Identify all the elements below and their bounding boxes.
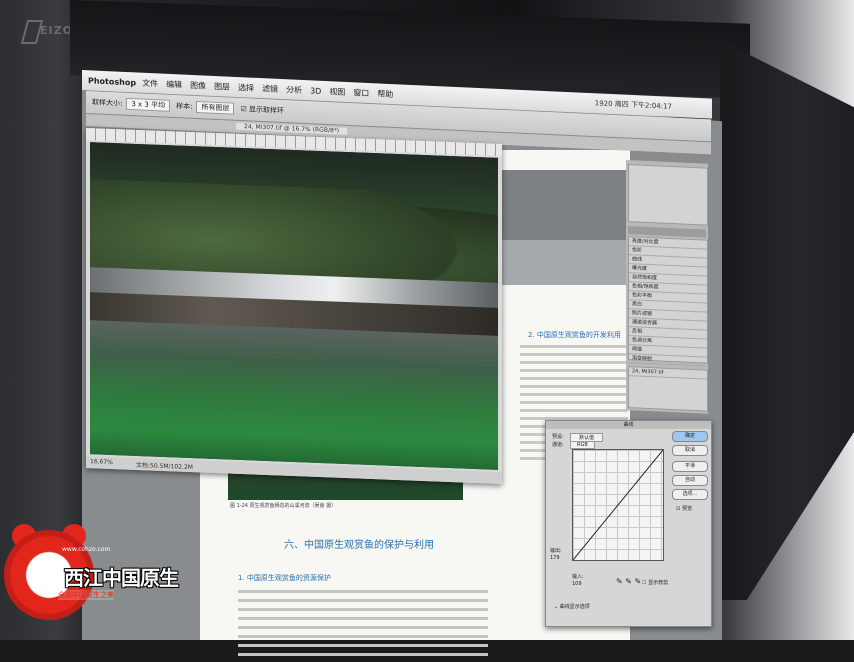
preview-checkbox[interactable]: ☑ 预览 bbox=[676, 505, 692, 512]
menu-file[interactable]: 文件 bbox=[142, 77, 158, 89]
show-ring-label: 显示取样环 bbox=[248, 105, 284, 115]
subheading-1: 1. 中国原生观赏鱼的资源保护 bbox=[238, 574, 331, 582]
monitor: EIZO 2. 中国原生观赏鱼的开发利用 图 1-24 原生观赏鱼栖息的山溪河流… bbox=[0, 0, 854, 656]
input-value[interactable]: 109 bbox=[572, 581, 582, 587]
document-tab[interactable]: 24, MI307.tif @ 16.7% (RGB/8*) bbox=[236, 122, 348, 135]
ok-button[interactable]: 确定 bbox=[672, 431, 708, 442]
menubar-clock: 1920 周四 下午2:04:17 bbox=[594, 99, 672, 111]
preview-label: 预览 bbox=[682, 506, 693, 512]
preset-label: 预设: bbox=[552, 434, 564, 440]
display-options-label: 曲线显示选项 bbox=[559, 604, 590, 610]
adjustments-panel: 亮度/对比度 色阶 曲线 曝光度 自然饱和度 色相/饱和度 色彩平衡 黑白 照片… bbox=[628, 236, 708, 367]
doc-image-placeholder bbox=[500, 170, 630, 240]
display-options[interactable]: ⌄ 曲线显示选项 bbox=[554, 603, 590, 610]
menu-image[interactable]: 图像 bbox=[190, 79, 206, 91]
eyedropper-icons[interactable]: ✎ ✎ ✎ bbox=[616, 577, 641, 586]
sample-select[interactable]: 所有图层 bbox=[196, 101, 235, 115]
watermark-title: 西江中国原生 bbox=[64, 566, 179, 590]
show-clipping-label: 显示修剪 bbox=[648, 580, 669, 586]
curve-line[interactable] bbox=[572, 449, 664, 561]
channel-select[interactable]: RGB bbox=[570, 441, 595, 449]
watermark-url: www.cohzo.com bbox=[62, 546, 111, 553]
menu-edit[interactable]: 编辑 bbox=[166, 78, 182, 90]
menu-select[interactable]: 选择 bbox=[238, 82, 254, 94]
sample-size-select[interactable]: 3 x 3 平均 bbox=[126, 97, 171, 112]
smooth-button[interactable]: 平滑 bbox=[672, 461, 708, 472]
monitor-logo: EIZO bbox=[18, 10, 73, 50]
cancel-button[interactable]: 取消 bbox=[672, 445, 708, 456]
output-value[interactable]: 179 bbox=[550, 555, 560, 561]
watermark-subtitle: 全国中国原生之美 bbox=[58, 590, 114, 600]
auto-button[interactable]: 自动 bbox=[672, 475, 708, 486]
river-photo[interactable] bbox=[90, 142, 498, 470]
sample-label: 样本: bbox=[176, 102, 193, 111]
curves-dialog: 曲线 预设: 默认值 通道: RGB 输出: 179 输入: 109 ✎ ✎ ✎… bbox=[545, 420, 712, 627]
monitor-hood-right bbox=[720, 40, 854, 600]
input-label: 输入: bbox=[572, 574, 584, 580]
subheading-2: 2. 中国原生观赏鱼的开发利用 bbox=[528, 331, 621, 339]
zoom-level[interactable]: 16.67% bbox=[90, 458, 113, 466]
panels-dock: 亮度/对比度 色阶 曲线 曝光度 自然饱和度 色相/饱和度 色彩平衡 黑白 照片… bbox=[626, 160, 708, 414]
layer-row[interactable]: 24, MI307.tif bbox=[629, 367, 707, 380]
menu-help[interactable]: 帮助 bbox=[377, 88, 393, 100]
output-label: 输出: bbox=[550, 548, 562, 554]
menu-filter[interactable]: 滤镜 bbox=[262, 83, 278, 95]
show-ring-checkbox[interactable]: ☑ 显示取样环 bbox=[240, 104, 284, 116]
layers-panel: 24, MI307.tif bbox=[628, 366, 708, 412]
channel-label: 通道: bbox=[552, 442, 564, 448]
options-button[interactable]: 选项... bbox=[672, 489, 708, 500]
document-size: 文档:50.5M/102.2M bbox=[136, 461, 193, 472]
figure-caption: 图 1-24 原生观赏鱼栖息的山溪河流（吴嵩 摄） bbox=[230, 503, 337, 509]
menu-layer[interactable]: 图层 bbox=[214, 80, 230, 92]
navigator-panel bbox=[628, 164, 708, 226]
menu-analysis[interactable]: 分析 bbox=[286, 84, 302, 96]
body-text bbox=[238, 590, 488, 662]
brand-label: EIZO bbox=[40, 24, 73, 37]
section-heading: 六、中国原生观赏鱼的保护与利用 bbox=[284, 540, 434, 551]
app-menu[interactable]: Photoshop bbox=[88, 76, 136, 87]
watermark-logo: www.cohzo.com 西江中国原生 全国中国原生之美 bbox=[4, 520, 179, 638]
green-water bbox=[90, 319, 498, 470]
image-window: 16.67% 文档:50.5M/102.2M bbox=[86, 128, 502, 484]
sample-size-label: 取样大小: bbox=[92, 98, 123, 108]
doc-image-placeholder-lower bbox=[500, 240, 630, 285]
menu-3d[interactable]: 3D bbox=[310, 86, 321, 96]
curves-title: 曲线 bbox=[546, 421, 711, 429]
menu-window[interactable]: 窗口 bbox=[353, 87, 369, 99]
curve-graph[interactable] bbox=[572, 449, 664, 561]
menu-view[interactable]: 视图 bbox=[329, 86, 345, 98]
show-clipping-checkbox[interactable]: ☐ 显示修剪 bbox=[642, 579, 668, 586]
